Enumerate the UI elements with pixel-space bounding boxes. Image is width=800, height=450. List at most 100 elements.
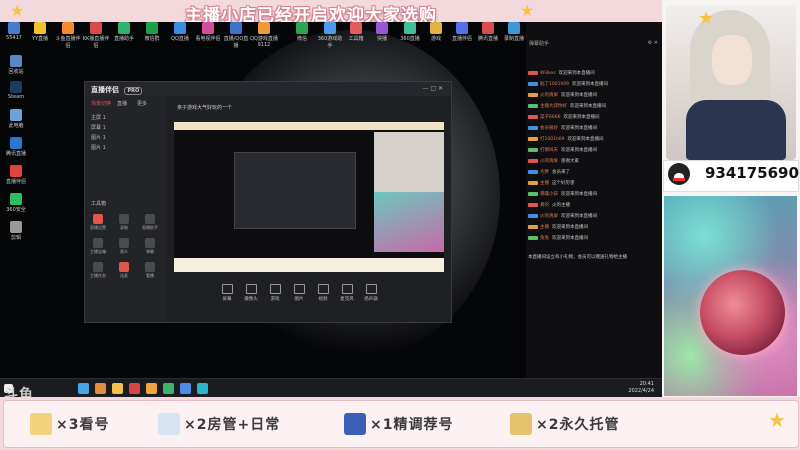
desktop-icon[interactable]: QQ游戏直播9112 [250, 22, 278, 48]
chat-username[interactable]: 火的清屏 [540, 214, 558, 219]
reward-icon [30, 413, 52, 435]
desktop-icon[interactable]: 直播伴侣 [448, 22, 476, 42]
taskbar-app-icon[interactable] [163, 383, 174, 394]
user-level-badge [528, 92, 538, 97]
tool-watch[interactable]: 看播 [141, 262, 159, 279]
reward-icon [158, 413, 180, 435]
user-level-badge [528, 136, 538, 141]
app-left-panel: 场景切换 直播 更多 主屏 1 屏幕 1 图片 1 图片 1 工具箱 直播设置 … [85, 96, 167, 322]
desktop-icon[interactable]: 工具箱 [342, 22, 370, 42]
desktop-icon[interactable]: 快播 [368, 22, 396, 42]
chat-username[interactable]: 暴躁小孩 [540, 192, 558, 197]
user-level-badge [528, 213, 538, 218]
scene-item[interactable]: 屏幕 1 [91, 124, 106, 131]
chat-message: 打倒叫天 欢迎来到本直播间 [528, 147, 597, 153]
chat-username[interactable]: 打1001h09 [540, 137, 565, 142]
user-level-badge [528, 180, 538, 185]
tab-more[interactable]: 更多 [137, 100, 147, 107]
chat-message: 会员很好 欢迎来到本直播间 [528, 125, 597, 131]
window-controls[interactable]: — □ ✕ [422, 85, 443, 92]
taskbar-app-icon[interactable] [129, 383, 140, 394]
tab-live[interactable]: 直播 [117, 100, 127, 107]
chat-username[interactable]: 主播 [540, 225, 549, 230]
chat-username[interactable]: 贴了1001h09 [540, 82, 569, 87]
desktop-icon[interactable]: 直播助手 [110, 22, 138, 42]
taskbar-app-icon[interactable] [112, 383, 123, 394]
chat-username[interactable]: 主播大叔你好 [540, 104, 567, 109]
scene-item[interactable]: 主屏 1 [91, 114, 106, 121]
chat-footer: 本直播间设立有小礼物，会员可以赠送礼物给主播 [528, 255, 627, 260]
tool-mic-link[interactable]: 连麦 [115, 262, 133, 279]
user-level-badge [528, 147, 538, 152]
desktop-icon[interactable]: 剪辑 [2, 221, 30, 241]
chat-controls[interactable]: ⚙ ✕ [648, 40, 658, 46]
chat-username[interactable]: 火的清屏 [540, 159, 558, 164]
tool-audience[interactable]: 观众 [115, 238, 133, 255]
stream-preview [174, 122, 444, 272]
taskbar-app-icon[interactable] [78, 383, 89, 394]
tool-assistant[interactable]: 直播助手 [141, 214, 159, 231]
taskbar-app-icon[interactable] [146, 383, 157, 394]
scene-item[interactable]: 图片 1 [91, 144, 106, 151]
source-video[interactable]: 视频 [312, 284, 334, 302]
source-speaker[interactable]: 扬声器 [360, 284, 382, 302]
desktop-icon[interactable]: 腾讯直播 [2, 137, 30, 157]
chat-username[interactable]: 打倒叫天 [540, 148, 558, 153]
chat-message: 主播 这个好厉害 [528, 180, 575, 186]
chat-username[interactable]: 会员很好 [540, 126, 558, 131]
chat-text: 欢迎来到本直播间 [570, 104, 606, 109]
desktop-icon[interactable]: 腾讯直播 [474, 22, 502, 42]
chat-username[interactable]: 大胖 [540, 170, 549, 175]
desktop-icon[interactable]: 360直播 [396, 22, 424, 42]
streaming-app-window: 直播伴侣 PRO — □ ✕ 场景切换 直播 更多 主屏 1 屏幕 1 图片 1… [84, 81, 452, 323]
taskbar-app-icon[interactable] [197, 383, 208, 394]
chat-message: 火的清屏 欢迎来到本直播间 [528, 213, 597, 219]
user-level-badge [528, 191, 538, 196]
chat-text: 会员来了 [552, 170, 570, 175]
scene-item[interactable]: 图片 1 [91, 134, 106, 141]
tool-tasks[interactable]: 主播任务 [89, 262, 107, 279]
desktop-icon[interactable]: 游戏 [422, 22, 450, 42]
desktop-icon[interactable]: 微信群 [138, 22, 166, 42]
chat-username[interactable]: 火的清屏 [540, 93, 558, 98]
desktop-icon[interactable]: 微信 [288, 22, 316, 42]
chat-username[interactable]: 菜子6666 [540, 115, 560, 120]
desktop-icon[interactable]: YY直播 [26, 22, 54, 42]
toolbox-title: 工具箱 [91, 201, 107, 207]
chat-username[interactable]: Wiilkes [540, 71, 556, 76]
desktop-icon[interactable]: 直播/QQ直播 [222, 22, 250, 49]
reward-item: ×1精调荐号 [344, 409, 453, 439]
chat-username[interactable]: 真的 [540, 203, 549, 208]
source-screen[interactable]: 屏幕 [216, 284, 238, 302]
chat-message: 主播大叔你好 欢迎来到本直播间 [528, 103, 606, 109]
chat-username[interactable]: 主播 [540, 181, 549, 186]
this-pc-icon[interactable]: 此电脑 [2, 109, 30, 129]
taskbar-clock[interactable]: 20:41 2022/4/24 [628, 381, 654, 395]
source-camera[interactable]: 摄像头 [240, 284, 262, 302]
tool-box[interactable]: 主播宝箱 [89, 238, 107, 255]
tool-record[interactable]: 录制 [115, 214, 133, 231]
desktop-icon[interactable]: 360游戏助手 [316, 22, 344, 49]
chat-username[interactable]: 兔兔 [540, 236, 549, 241]
desktop-icon[interactable]: 直播伴侣 [2, 165, 30, 185]
recycle-bin-icon[interactable]: 回收站 [2, 55, 30, 75]
star-icon: ★ [10, 1, 25, 20]
taskbar-app-icon[interactable] [180, 383, 191, 394]
tool-live-settings[interactable]: 直播设置 [89, 214, 107, 231]
taskbar-app-icon[interactable] [95, 383, 106, 394]
desktop-icon[interactable]: 55417 [0, 22, 28, 41]
source-image[interactable]: 图片 [288, 284, 310, 302]
source-game[interactable]: 游戏 [264, 284, 286, 302]
tab-scene[interactable]: 场景切换 [91, 100, 111, 107]
star-icon: ★ [698, 8, 715, 29]
steam-icon[interactable]: Steam [2, 81, 30, 100]
desktop-icon[interactable]: KK播直播伴侣 [82, 22, 110, 49]
desktop-icon[interactable]: 录制直播 [500, 22, 528, 42]
tool-danmaku[interactable]: 弹幕 [141, 238, 159, 255]
desktop-icon[interactable]: 看电视伴侣 [194, 22, 222, 42]
user-level-badge [528, 224, 538, 229]
desktop-icon[interactable]: 360安全 [2, 193, 30, 213]
source-mic[interactable]: 麦克风 [336, 284, 358, 302]
desktop-icon[interactable]: QQ直播 [166, 22, 194, 42]
desktop-icon[interactable]: 斗鱼直播伴侣 [54, 22, 82, 49]
